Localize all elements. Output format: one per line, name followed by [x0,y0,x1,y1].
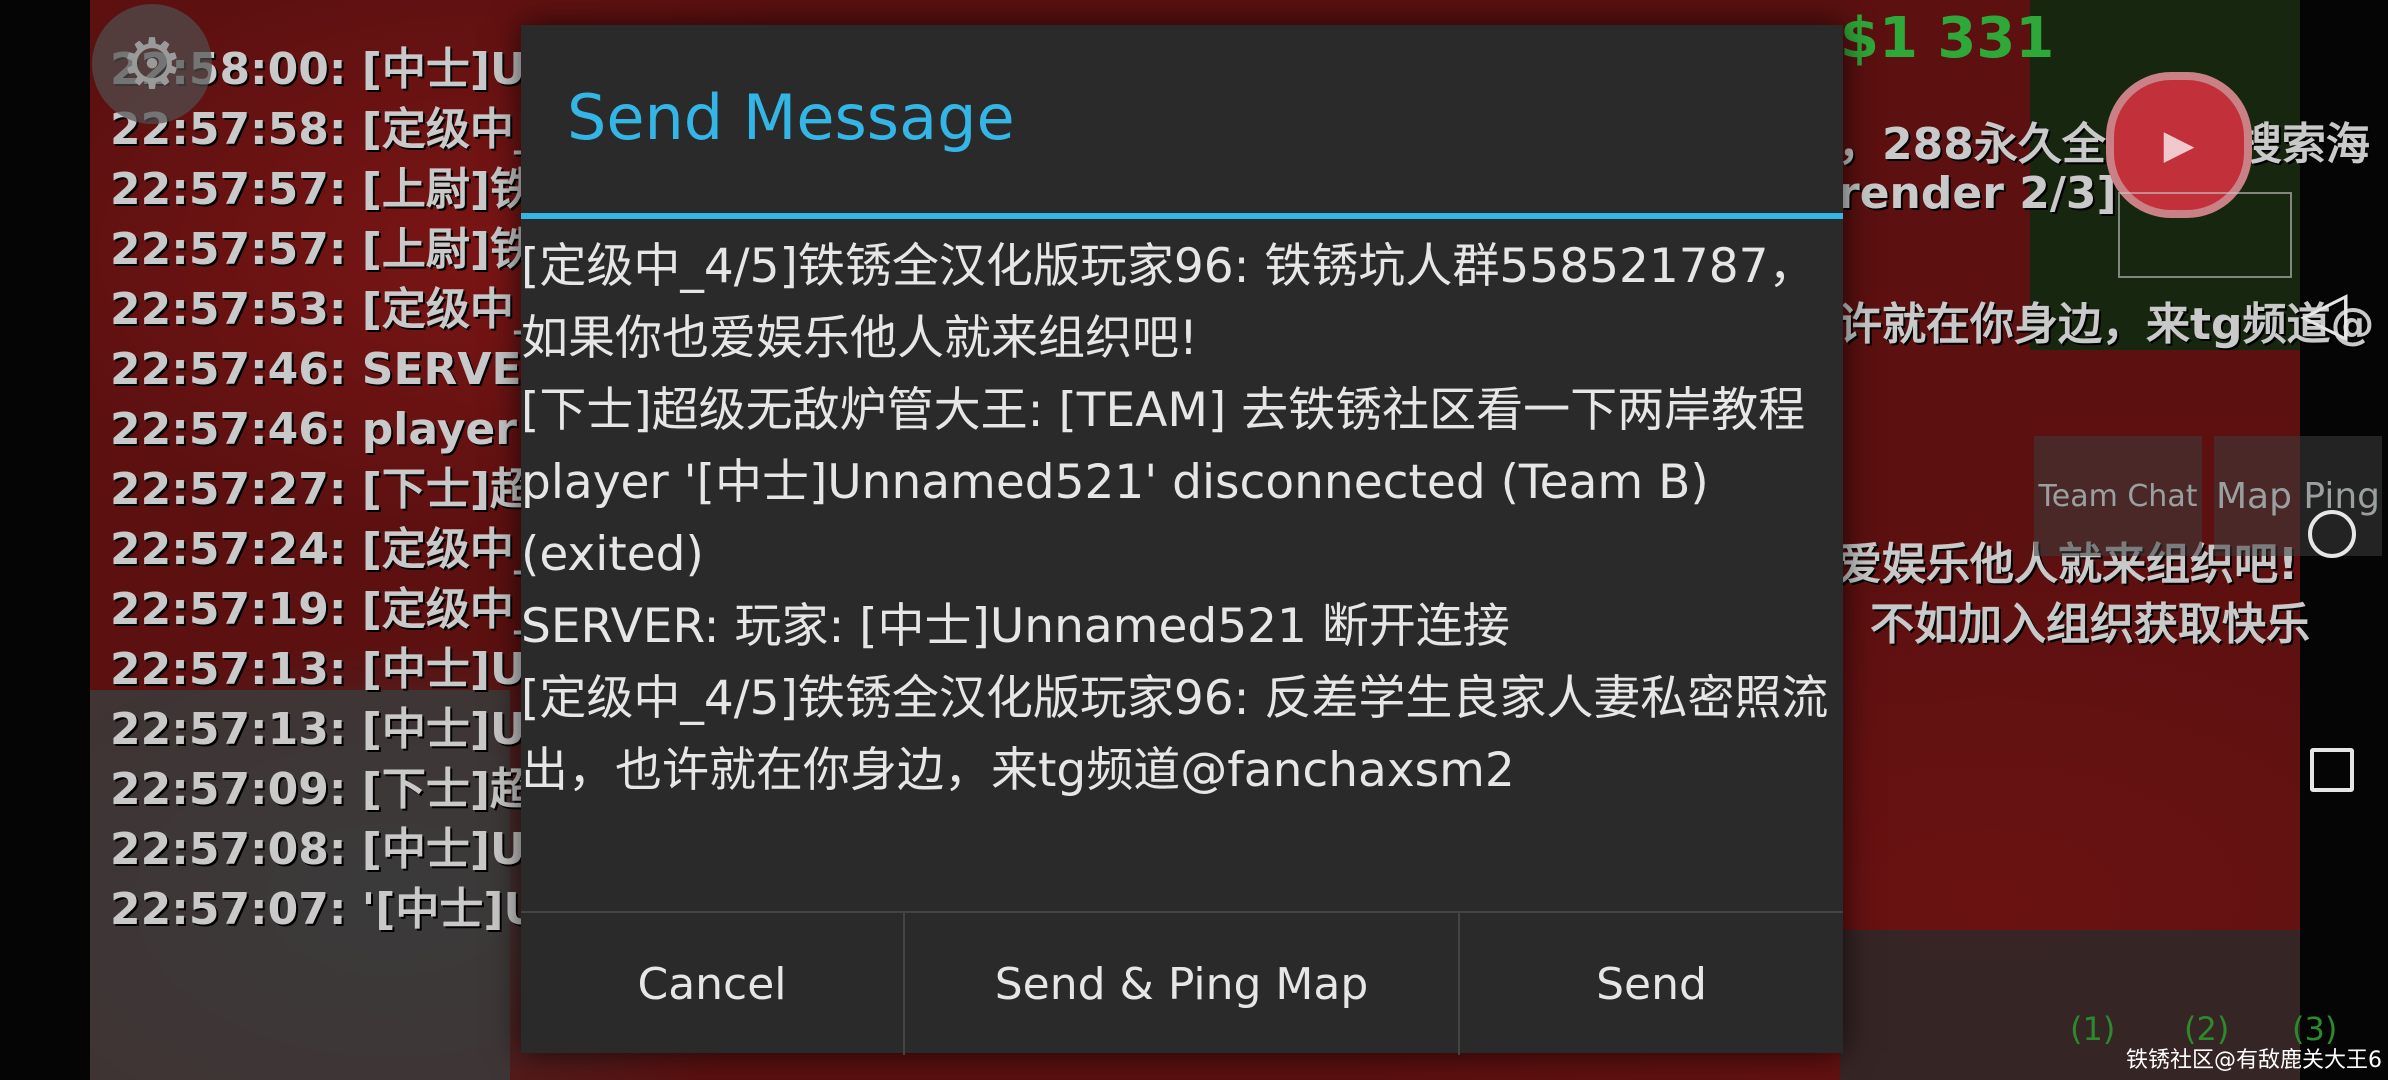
chat-line: 22:57:57: [上尉]铁 [110,164,535,215]
selection-box [2118,192,2292,278]
send-button[interactable]: Send [1460,913,1843,1055]
chat-line: 不如加入组织获取快乐 [1870,599,2310,650]
dialog-button-bar: Cancel Send & Ping Map Send [521,911,1843,1055]
money-counter: $1 331 [1840,6,2055,71]
chat-line: 22:57:08: [中士]U [110,824,526,875]
watermark: 铁锈社区@有敌鹿关大王6 [2126,1048,2382,1073]
chat-line: 22:57:24: [定级中_ [110,524,536,575]
chat-line: 22:57:19: [定级中_ [110,584,536,635]
cancel-button[interactable]: Cancel [521,913,905,1055]
chat-line: 许就在你身边，来tg频道@ [1838,299,2375,350]
chat-line: 22:57:07: '[中士]U [110,884,540,935]
chat-line: 22:57:13: [中士]U [110,644,526,695]
red-button-icon: ▶ [2163,122,2195,168]
message-history[interactable]: [定级中_4/5]铁锈全汉化版玩家96: 铁锈坑人群558521787，如果你也… [521,231,1841,807]
home-circle-icon[interactable] [2308,510,2356,558]
recents-square-icon[interactable] [2310,748,2354,792]
message-item: SERVER: 玩家: [中士]Unnamed521 断开连接 [521,599,1510,654]
chat-line: 22:57:57: [上尉]铁 [110,224,535,275]
message-item: [定级中_4/5]铁锈全汉化版玩家96: 铁锈坑人群558521787，如果你也… [521,239,1816,366]
chat-line: render 2/3] [1838,168,2117,219]
chat-line: 22:57:13: [中士]U [110,704,526,755]
unit-group-1[interactable]: (1) [2070,1010,2115,1048]
chat-line: 22:57:27: [下士]超 [110,464,535,515]
chat-line: ，288永久全解锁，搜索海 [1838,119,2370,170]
settings-gear-icon[interactable]: ⚙ [92,4,212,124]
team-chat-button[interactable]: Team Chat [2034,436,2202,556]
chat-line: 22:57:46: SERVER [110,344,556,395]
message-item: [下士]超级无敌炉管大王: [TEAM] 去铁锈社区看一下两岸教程 [521,383,1806,438]
chat-line: 22:57:09: [下士]超 [110,764,535,815]
back-triangle-icon[interactable]: ◁ [2300,276,2348,349]
message-item: player '[中士]Unnamed521' disconnected (Te… [521,455,1709,582]
left-screen-edge [0,0,90,1080]
chat-log: 22:58:00: [中士]U 22:57:58: [定级中_ 22:57:57… [110,40,555,940]
send-message-dialog: Send Message [定级中_4/5]铁锈全汉化版玩家96: 铁锈坑人群5… [521,25,1843,1055]
chat-line: 22:57:46: player ' [110,404,546,455]
title-divider [521,213,1843,219]
message-item: [定级中_4/5]铁锈全汉化版玩家96: 反差学生良家人妻私密照流出，也许就在你… [521,671,1829,798]
dialog-title: Send Message [567,81,1015,154]
chat-line: 22:57:53: [定级中_ [110,284,536,335]
send-and-ping-map-button[interactable]: Send & Ping Map [905,913,1460,1055]
map-ping-button[interactable]: Map Ping [2214,436,2382,556]
